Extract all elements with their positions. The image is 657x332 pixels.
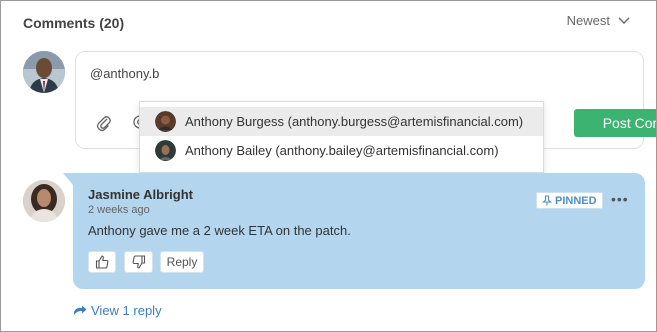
comments-title: Comments (20) xyxy=(23,15,125,31)
like-button[interactable] xyxy=(88,251,116,273)
mention-option[interactable]: Anthony Bailey (anthony.bailey@artemisfi… xyxy=(140,136,543,165)
paperclip-icon[interactable] xyxy=(96,114,112,132)
reply-button[interactable]: Reply xyxy=(160,251,204,273)
chevron-down-icon xyxy=(618,17,630,24)
pin-icon xyxy=(542,195,552,206)
mention-suggestions-dropdown: Anthony Burgess (anthony.burgess@artemis… xyxy=(139,101,544,173)
current-user-avatar xyxy=(23,51,65,93)
sort-label: Newest xyxy=(566,13,610,28)
pinned-badge: PINNED xyxy=(536,192,603,209)
avatar xyxy=(155,111,176,132)
comment-author: Jasmine Albright xyxy=(88,187,193,202)
comments-panel: Comments (20) Newest @anthony.b Post Com… xyxy=(0,0,657,332)
reply-arrow-icon xyxy=(74,305,87,315)
mention-option-label: Anthony Burgess (anthony.burgess@artemis… xyxy=(185,114,524,129)
commenter-avatar xyxy=(23,180,65,222)
thumbs-up-icon xyxy=(95,255,109,269)
sort-dropdown[interactable]: Newest xyxy=(567,13,630,28)
view-replies-label: View 1 reply xyxy=(91,303,162,318)
mention-option-label: Anthony Bailey (anthony.bailey@artemisfi… xyxy=(185,143,499,158)
mention-option[interactable]: Anthony Burgess (anthony.burgess@artemis… xyxy=(140,107,543,136)
dislike-button[interactable] xyxy=(124,251,153,273)
thumbs-down-icon xyxy=(132,255,145,269)
more-options-button[interactable]: ••• xyxy=(611,191,629,207)
post-comment-button[interactable]: Post Comment xyxy=(574,109,656,137)
avatar xyxy=(155,140,176,161)
comment-card: Jasmine Albright 2 weeks ago Anthony gav… xyxy=(63,173,645,289)
comment-text: Anthony gave me a 2 week ETA on the patc… xyxy=(88,223,351,238)
pinned-label: PINNED xyxy=(555,194,597,207)
comment-timestamp: 2 weeks ago xyxy=(88,204,150,216)
comment-input[interactable]: @anthony.b xyxy=(90,66,159,81)
view-replies-link[interactable]: View 1 reply xyxy=(73,303,162,318)
